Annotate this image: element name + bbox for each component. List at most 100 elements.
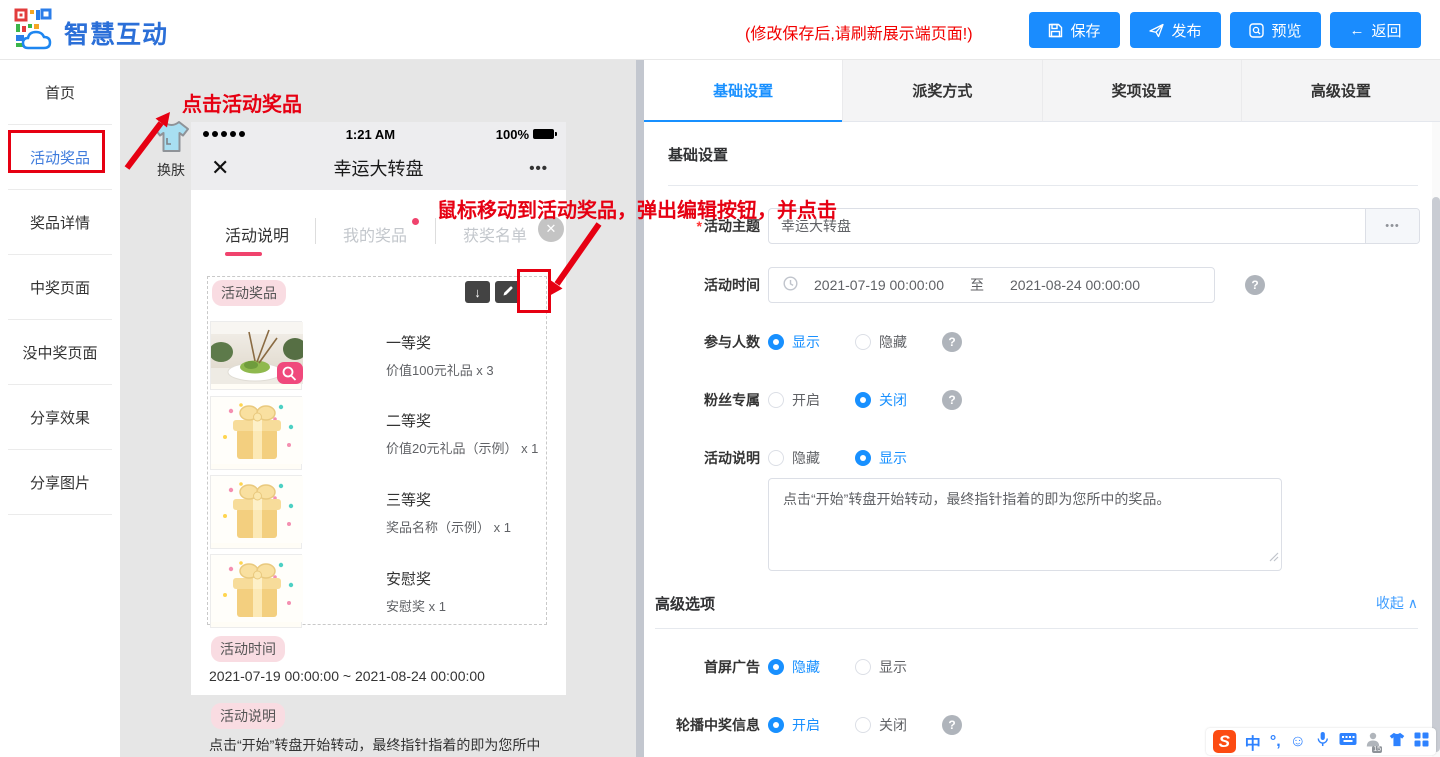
app-screen: 智慧互动 (修改保存后,请刷新展示端页面!) 保存 发布 预览 ← 返回 <box>0 0 1440 757</box>
tab-advanced-settings[interactable]: 高级设置 <box>1241 60 1440 122</box>
prize-desc: 价值100元礼品 x 3 <box>386 360 494 379</box>
down-arrow-icon: ↓ <box>474 285 481 300</box>
help-icon[interactable]: ? <box>1245 275 1265 295</box>
radio-hide[interactable]: 隐藏 <box>768 657 847 677</box>
activity-description-text: 点击“开始”转盘开始转动，最终指针指着的即为您所中 <box>209 735 554 755</box>
radio-hide[interactable]: 隐藏 <box>768 448 847 468</box>
battery-icon <box>533 129 554 139</box>
radio-show[interactable]: 显示 <box>768 332 847 352</box>
prize-section-label: 活动奖品 <box>212 280 286 306</box>
sidebar-item-share-image[interactable]: 分享图片 <box>0 450 120 515</box>
sidebar-item-win-page[interactable]: 中奖页面 <box>0 255 120 320</box>
radio-on[interactable]: 开启 <box>768 390 847 410</box>
skin-tshirt-icon[interactable] <box>1389 732 1405 752</box>
help-icon[interactable]: ? <box>942 390 962 410</box>
tab-prize-settings[interactable]: 奖项设置 <box>1042 60 1241 122</box>
prize-row[interactable]: 安慰奖 安慰奖 x 1 <box>210 554 544 628</box>
activity-time-range: 2021-07-19 00:00:00 ~ 2021-08-24 00:00:0… <box>209 668 485 684</box>
tab-basic-settings[interactable]: 基础设置 <box>644 60 842 122</box>
preview-button[interactable]: 预览 <box>1230 12 1321 48</box>
prize-title: 一等奖 <box>386 332 494 353</box>
sidebar-item-home[interactable]: 首页 <box>0 60 120 125</box>
sidebar-item-share-effect[interactable]: 分享效果 <box>0 385 120 450</box>
ime-menu-grid-icon[interactable] <box>1414 732 1429 752</box>
carousel-label: 轮播中奖信息 <box>644 715 760 735</box>
prize-row[interactable]: 二等奖 价值20元礼品（示例） x 1 <box>210 396 544 470</box>
middle-scrollbar[interactable] <box>636 60 644 757</box>
tab-winner-list[interactable]: 获奖名单 <box>463 222 527 246</box>
prize-desc: 安慰奖 x 1 <box>386 596 446 615</box>
publish-button[interactable]: 发布 <box>1130 12 1221 48</box>
ime-mode-toggle[interactable]: 中 <box>1245 730 1261 754</box>
radio-hide[interactable]: 隐藏 <box>855 332 934 352</box>
activity-title: 幸运大转盘 <box>191 155 566 181</box>
start-datetime: 2021-07-19 00:00:00 <box>814 277 944 293</box>
top-header: 智慧互动 (修改保存后,请刷新展示端页面!) 保存 发布 预览 ← 返回 <box>0 0 1440 60</box>
save-icon <box>1048 23 1063 38</box>
collapse-toggle[interactable]: 收起 ∧ <box>1376 593 1418 613</box>
refresh-notice: (修改保存后,请刷新展示端页面!) <box>745 20 973 44</box>
range-to-label: 至 <box>970 275 984 295</box>
save-button[interactable]: 保存 <box>1029 12 1120 48</box>
phone-statusbar: 1:21 AM 100% <box>191 122 566 146</box>
prize-giftbox-image[interactable] <box>210 554 302 628</box>
emoji-icon[interactable]: ☺ <box>1290 733 1306 751</box>
clock-icon <box>783 276 798 294</box>
preview-icon <box>1249 23 1264 38</box>
brand: 智慧互动 <box>14 8 168 57</box>
battery-indicator: 100% <box>496 127 554 142</box>
ime-punctuation-toggle[interactable]: °, <box>1270 733 1281 751</box>
tshirt-icon <box>153 140 190 157</box>
activity-desc-label: 活动说明 <box>644 448 760 468</box>
more-dots-icon[interactable]: ••• <box>529 160 548 177</box>
notification-dot <box>412 218 419 225</box>
chevron-up-icon: ∧ <box>1408 595 1418 611</box>
help-icon[interactable]: ? <box>942 715 962 735</box>
user-account-icon[interactable]: 15 <box>1366 732 1380 752</box>
annotation-click-prizes: 点击活动奖品 <box>182 88 302 117</box>
move-down-button[interactable]: ↓ <box>465 281 490 303</box>
sogou-logo-icon[interactable]: S <box>1213 730 1236 753</box>
prize-giftbox-image[interactable] <box>210 396 302 470</box>
keyboard-icon[interactable] <box>1339 732 1357 751</box>
radio-off[interactable]: 关闭 <box>855 390 934 410</box>
theme-input[interactable]: 幸运大转盘 ••• <box>768 208 1420 244</box>
activity-desc-textarea[interactable]: 点击“开始”转盘开始转动，最终指针指着的即为您所中的奖品。 <box>768 478 1282 571</box>
radio-on[interactable]: 开启 <box>768 715 847 735</box>
time-label: 活动时间 <box>644 275 760 295</box>
ime-toolbar: S 中 °, ☺ 15 <box>1206 728 1436 755</box>
sidebar-item-no-win-page[interactable]: 没中奖页面 <box>0 320 120 385</box>
time-section-label: 活动时间 <box>211 636 285 662</box>
prize-row[interactable]: 一等奖 价值100元礼品 x 3 <box>210 321 544 390</box>
change-skin-button[interactable]: 换肤 <box>148 120 194 180</box>
radio-show[interactable]: 显示 <box>855 448 934 468</box>
prize-row[interactable]: 三等奖 奖品名称（示例） x 1 <box>210 475 544 549</box>
desc-section-label: 活动说明 <box>211 703 285 729</box>
radio-show[interactable]: 显示 <box>855 657 934 677</box>
resize-grip-icon[interactable] <box>1269 546 1279 568</box>
advanced-options-title: 高级选项 <box>655 593 715 614</box>
prize-photo[interactable] <box>210 321 302 390</box>
microphone-icon[interactable] <box>1315 731 1330 752</box>
hover-toolbar: ↓ <box>465 281 520 303</box>
prize-title: 二等奖 <box>386 410 538 431</box>
radio-off[interactable]: 关闭 <box>855 715 934 735</box>
end-datetime: 2021-08-24 00:00:00 <box>1010 277 1140 293</box>
date-range-picker[interactable]: 2021-07-19 00:00:00 至 2021-08-24 00:00:0… <box>768 267 1215 303</box>
tab-my-prizes[interactable]: 我的奖品 <box>343 222 407 246</box>
tab-activity-desc[interactable]: 活动说明 <box>225 222 289 246</box>
theme-value: 幸运大转盘 <box>769 209 1365 243</box>
sidebar-item-prize-details[interactable]: 奖品详情 <box>0 190 120 255</box>
theme-more-button[interactable]: ••• <box>1365 209 1419 243</box>
tab-award-method[interactable]: 派奖方式 <box>842 60 1041 122</box>
annotation-hover-edit: 鼠标移动到活动奖品，弹出编辑按钮，并点击 <box>437 194 837 223</box>
settings-scrollbar[interactable] <box>1432 122 1440 757</box>
fans-only-label: 粉丝专属 <box>644 390 760 410</box>
back-button[interactable]: ← 返回 <box>1330 12 1421 48</box>
prize-giftbox-image[interactable] <box>210 475 302 549</box>
prize-section[interactable]: 活动奖品 ↓ <box>207 276 547 625</box>
form-row-fans-only: 粉丝专属 开启 关闭 ? <box>644 382 1430 418</box>
help-icon[interactable]: ? <box>942 332 962 352</box>
preview-area: 换肤 1:21 AM 100% ✕ 幸运大转盘 ••• 活动说明 我的奖品 <box>120 60 636 757</box>
close-icon[interactable]: ✕ <box>211 155 229 181</box>
